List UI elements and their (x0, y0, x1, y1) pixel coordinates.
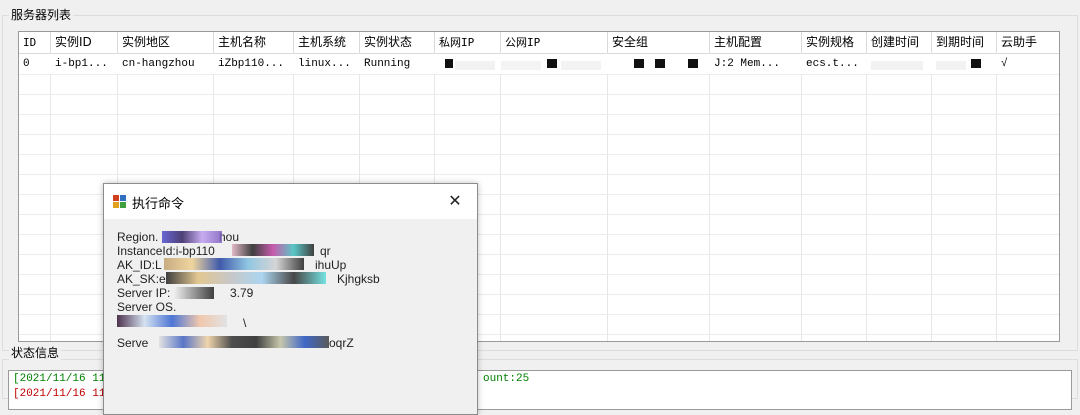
status-info-title: 状态信息 (9, 346, 62, 360)
col-header-status[interactable]: 实例状态 (360, 32, 435, 53)
dialog-title-bar[interactable]: 执行命令 ✕ (104, 184, 477, 219)
cell-instance-id: i-bp1... (55, 58, 108, 70)
cell-hostname: iZbp110... (218, 58, 285, 70)
line-instance-id: InstanceId:i-bp110 qr (117, 244, 331, 258)
table-header: ID 实例ID 实例地区 主机名称 主机系统 实例状态 私网IP 公网IP 安全… (19, 32, 1059, 54)
cell-security-group (608, 54, 710, 74)
col-header-security-group[interactable]: 安全组 (608, 32, 710, 53)
line-ak-id: AK_ID:L ihuUp (117, 258, 347, 272)
cell-created (867, 54, 932, 74)
col-header-public-ip[interactable]: 公网IP (501, 32, 608, 53)
col-header-assistant[interactable]: 云助手 (997, 32, 1059, 53)
line-region: Region. hou (117, 230, 240, 244)
server-list-title: 服务器列表 (9, 8, 74, 22)
cell-private-ip (435, 54, 501, 74)
cell-id: 0 (23, 58, 30, 70)
log-line: [2021/11/16 11 (13, 388, 106, 400)
col-header-id[interactable]: ID (19, 32, 51, 53)
dialog-title: 执行命令 (132, 197, 185, 212)
col-header-spec[interactable]: 实例规格 (802, 32, 867, 53)
close-icon[interactable]: ✕ (443, 190, 467, 212)
cell-public-ip (501, 54, 608, 74)
table-row[interactable]: 0 i-bp1... cn-hangzhou iZbp110... linux.… (19, 54, 1059, 74)
col-header-private-ip[interactable]: 私网IP (435, 32, 501, 53)
cell-config: J:2 Mem... (714, 58, 781, 70)
col-header-config[interactable]: 主机配置 (710, 32, 802, 53)
cell-assistant: √ (1001, 58, 1008, 70)
col-header-instance-id[interactable]: 实例ID (51, 32, 118, 53)
col-header-region[interactable]: 实例地区 (118, 32, 214, 53)
cell-region: cn-hangzhou (122, 58, 195, 70)
app-icon (113, 195, 127, 209)
col-header-os[interactable]: 主机系统 (294, 32, 360, 53)
line-server: Serve oqrZ (117, 336, 354, 350)
line-server-ip: Server IP: 3.79 (117, 286, 254, 300)
cell-os: linux... (298, 58, 351, 70)
cell-spec: ecs.t... (806, 58, 859, 70)
execute-command-dialog: 执行命令 ✕ Region. hou InstanceId:i-bp110 qr A… (103, 183, 478, 415)
line-ak-sk: AK_SK:e Kjhgksb (117, 272, 380, 286)
cell-expires (932, 54, 997, 74)
col-header-hostname[interactable]: 主机名称 (214, 32, 294, 53)
col-header-created[interactable]: 创建时间 (867, 32, 932, 53)
line-server-os: Server OS. (117, 300, 177, 314)
cell-status: Running (364, 58, 411, 70)
log-line: [2021/11/16 11 ount:25 (13, 373, 530, 385)
col-header-expires[interactable]: 到期时间 (932, 32, 997, 53)
